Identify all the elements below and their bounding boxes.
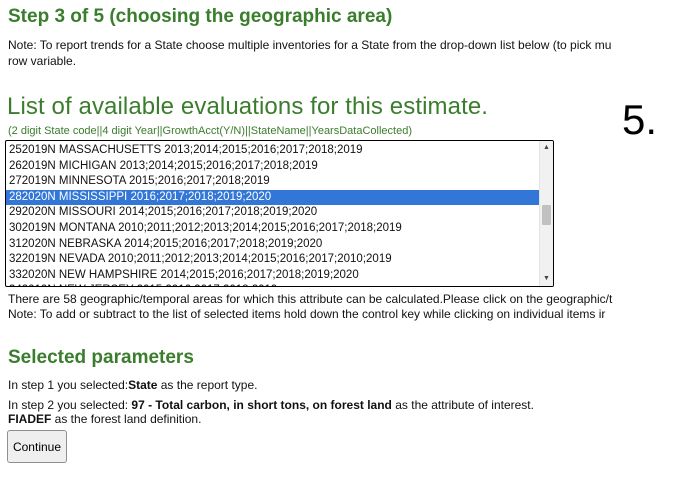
multi-select-note: Note: To add or subtract to the list of … [8,307,606,321]
step1-summary: In step 1 you selected:State as the repo… [8,378,257,392]
evaluation-option[interactable]: 332020N NEW HAMPSHIRE 2014;2015;2016;201… [6,268,539,284]
land-definition-summary: FIADEF as the forest land definition. [8,412,201,426]
step2-summary: In step 2 you selected: 97 - Total carbo… [8,398,534,412]
scroll-down-arrow-icon[interactable]: ▼ [540,273,553,285]
evaluation-option[interactable]: 272019N MINNESOTA 2015;2016;2017;2018;20… [6,174,539,190]
selected-parameters-heading: Selected parameters [8,347,194,368]
trend-note-line2: row variable. [8,54,77,68]
step2-value: 97 - Total carbon, in short tons, on for… [131,398,392,412]
scroll-up-arrow-icon[interactable]: ▲ [540,142,553,154]
evaluation-option[interactable]: 312020N NEBRASKA 2014;2015;2016;2017;201… [6,237,539,253]
evaluation-option[interactable]: 292020N MISSOURI 2014;2015;2016;2017;201… [6,205,539,221]
evaluation-option[interactable]: 302019N MONTANA 2010;2011;2012;2013;2014… [6,221,539,237]
evaluation-option[interactable]: 282020N MISSISSIPPI 2016;2017;2018;2019;… [6,189,539,206]
step1-suffix: as the report type. [157,378,258,392]
evaluations-listbox[interactable]: 252019N MASSACHUSETTS 2013;2014;2015;201… [5,140,554,287]
evaluations-options: 252019N MASSACHUSETTS 2013;2014;2015;201… [6,143,539,286]
evaluation-option[interactable]: 322019N NEVADA 2010;2011;2012;2013;2014;… [6,252,539,268]
land-definition-value: FIADEF [8,412,52,426]
evaluation-option[interactable]: 342019N NEW JERSEY 2015;2016;2017;2018;2… [6,283,539,286]
step2-prefix: In step 2 you selected: [8,398,132,412]
listbox-info: There are 58 geographic/temporal areas f… [8,292,673,322]
step1-value: State [128,378,158,392]
step-number-annotation: 5. [622,96,658,143]
step-heading: Step 3 of 5 (choosing the geographic are… [8,6,393,27]
step2-suffix: as the attribute of interest. [391,398,534,412]
evaluation-option[interactable]: 262019N MICHIGAN 2013;2014;2015;2016;201… [6,159,539,175]
trend-note-line1: Note: To report trends for a State choos… [8,38,612,52]
scroll-thumb[interactable] [542,205,551,225]
trend-note: Note: To report trends for a State choos… [8,37,673,69]
evaluations-format-hint: (2 digit State code||4 digit Year||Growt… [8,125,412,137]
evaluations-heading: List of available evaluations for this e… [7,93,489,120]
continue-button[interactable]: Continue [7,430,67,463]
evaluation-option[interactable]: 252019N MASSACHUSETTS 2013;2014;2015;201… [6,143,539,159]
step1-prefix: In step 1 you selected: [8,378,129,392]
land-definition-suffix: as the forest land definition. [51,412,202,426]
page: Step 3 of 5 (choosing the geographic are… [0,0,673,477]
area-count-text: There are 58 geographic/temporal areas f… [8,292,613,306]
listbox-scrollbar[interactable]: ▲ ▼ [539,141,553,286]
